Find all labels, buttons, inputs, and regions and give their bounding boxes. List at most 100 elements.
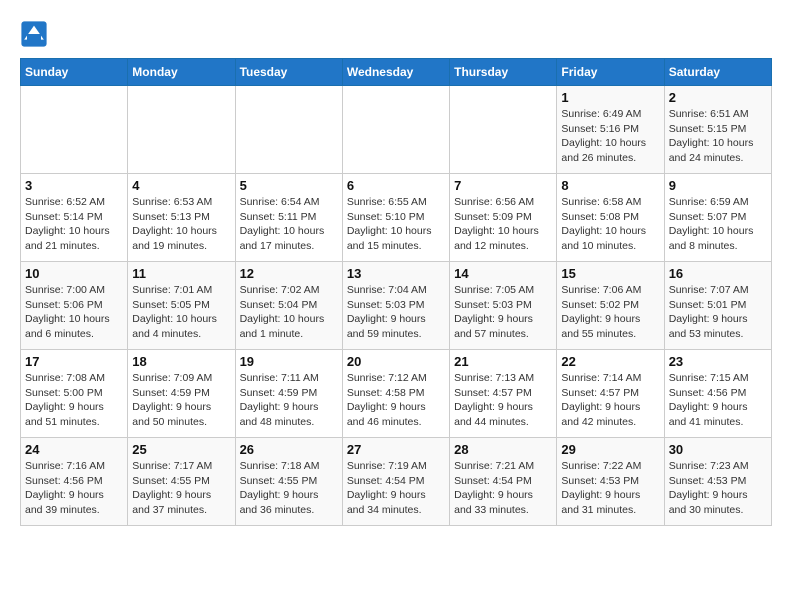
day-number: 27	[347, 442, 445, 457]
calendar-cell: 16 Sunrise: 7:07 AM Sunset: 5:01 PM Dayli…	[664, 262, 771, 350]
day-info: Sunrise: 7:08 AM Sunset: 5:00 PM Dayligh…	[25, 371, 123, 430]
day-number: 4	[132, 178, 230, 193]
day-number: 20	[347, 354, 445, 369]
day-info: Sunrise: 6:49 AM Sunset: 5:16 PM Dayligh…	[561, 107, 659, 166]
day-info: Sunrise: 6:54 AM Sunset: 5:11 PM Dayligh…	[240, 195, 338, 254]
day-number: 9	[669, 178, 767, 193]
day-number: 26	[240, 442, 338, 457]
day-number: 23	[669, 354, 767, 369]
calendar-cell: 20 Sunrise: 7:12 AM Sunset: 4:58 PM Dayli…	[342, 350, 449, 438]
day-info: Sunrise: 7:01 AM Sunset: 5:05 PM Dayligh…	[132, 283, 230, 342]
day-info: Sunrise: 6:55 AM Sunset: 5:10 PM Dayligh…	[347, 195, 445, 254]
day-info: Sunrise: 7:15 AM Sunset: 4:56 PM Dayligh…	[669, 371, 767, 430]
calendar-cell: 11 Sunrise: 7:01 AM Sunset: 5:05 PM Dayli…	[128, 262, 235, 350]
calendar-table: SundayMondayTuesdayWednesdayThursdayFrid…	[20, 58, 772, 526]
day-number: 19	[240, 354, 338, 369]
day-info: Sunrise: 7:16 AM Sunset: 4:56 PM Dayligh…	[25, 459, 123, 518]
day-number: 24	[25, 442, 123, 457]
day-info: Sunrise: 7:12 AM Sunset: 4:58 PM Dayligh…	[347, 371, 445, 430]
day-info: Sunrise: 6:52 AM Sunset: 5:14 PM Dayligh…	[25, 195, 123, 254]
day-info: Sunrise: 7:17 AM Sunset: 4:55 PM Dayligh…	[132, 459, 230, 518]
calendar-cell: 8Sunrise: 6:58 AM Sunset: 5:08 PM Daylig…	[557, 174, 664, 262]
calendar-cell: 7 Sunrise: 6:56 AM Sunset: 5:09 PM Daylig…	[450, 174, 557, 262]
calendar-cell: 22Sunrise: 7:14 AM Sunset: 4:57 PM Dayli…	[557, 350, 664, 438]
day-number: 1	[561, 90, 659, 105]
weekday-header: Saturday	[664, 59, 771, 86]
day-number: 11	[132, 266, 230, 281]
day-number: 21	[454, 354, 552, 369]
day-number: 16	[669, 266, 767, 281]
calendar-cell	[450, 86, 557, 174]
calendar-cell: 27 Sunrise: 7:19 AM Sunset: 4:54 PM Dayli…	[342, 438, 449, 526]
day-info: Sunrise: 7:18 AM Sunset: 4:55 PM Dayligh…	[240, 459, 338, 518]
day-info: Sunrise: 7:09 AM Sunset: 4:59 PM Dayligh…	[132, 371, 230, 430]
day-number: 8	[561, 178, 659, 193]
day-number: 7	[454, 178, 552, 193]
calendar-week-row: 17 Sunrise: 7:08 AM Sunset: 5:00 PM Dayli…	[21, 350, 772, 438]
day-info: Sunrise: 7:22 AM Sunset: 4:53 PM Dayligh…	[561, 459, 659, 518]
calendar-cell	[21, 86, 128, 174]
calendar-cell: 1 Sunrise: 6:49 AM Sunset: 5:16 PM Daylig…	[557, 86, 664, 174]
calendar-cell: 14 Sunrise: 7:05 AM Sunset: 5:03 PM Dayli…	[450, 262, 557, 350]
day-number: 15	[561, 266, 659, 281]
calendar-week-row: 1 Sunrise: 6:49 AM Sunset: 5:16 PM Daylig…	[21, 86, 772, 174]
day-number: 5	[240, 178, 338, 193]
day-info: Sunrise: 6:53 AM Sunset: 5:13 PM Dayligh…	[132, 195, 230, 254]
day-number: 14	[454, 266, 552, 281]
weekday-header: Wednesday	[342, 59, 449, 86]
calendar-week-row: 3 Sunrise: 6:52 AM Sunset: 5:14 PM Daylig…	[21, 174, 772, 262]
day-info: Sunrise: 7:04 AM Sunset: 5:03 PM Dayligh…	[347, 283, 445, 342]
calendar-cell: 18 Sunrise: 7:09 AM Sunset: 4:59 PM Dayli…	[128, 350, 235, 438]
day-number: 17	[25, 354, 123, 369]
day-number: 22	[561, 354, 659, 369]
day-info: Sunrise: 7:06 AM Sunset: 5:02 PM Dayligh…	[561, 283, 659, 342]
day-info: Sunrise: 7:21 AM Sunset: 4:54 PM Dayligh…	[454, 459, 552, 518]
calendar-cell	[342, 86, 449, 174]
day-info: Sunrise: 6:59 AM Sunset: 5:07 PM Dayligh…	[669, 195, 767, 254]
calendar-cell: 30Sunrise: 7:23 AM Sunset: 4:53 PM Dayli…	[664, 438, 771, 526]
day-number: 18	[132, 354, 230, 369]
day-number: 2	[669, 90, 767, 105]
calendar-cell	[128, 86, 235, 174]
calendar-cell	[235, 86, 342, 174]
calendar-cell: 24 Sunrise: 7:16 AM Sunset: 4:56 PM Dayli…	[21, 438, 128, 526]
day-number: 10	[25, 266, 123, 281]
day-info: Sunrise: 7:19 AM Sunset: 4:54 PM Dayligh…	[347, 459, 445, 518]
calendar-cell: 19 Sunrise: 7:11 AM Sunset: 4:59 PM Dayli…	[235, 350, 342, 438]
day-info: Sunrise: 7:02 AM Sunset: 5:04 PM Dayligh…	[240, 283, 338, 342]
weekday-header: Tuesday	[235, 59, 342, 86]
calendar-week-row: 10 Sunrise: 7:00 AM Sunset: 5:06 PM Dayli…	[21, 262, 772, 350]
day-info: Sunrise: 7:05 AM Sunset: 5:03 PM Dayligh…	[454, 283, 552, 342]
day-info: Sunrise: 7:00 AM Sunset: 5:06 PM Dayligh…	[25, 283, 123, 342]
day-number: 25	[132, 442, 230, 457]
logo	[20, 20, 52, 48]
calendar-cell: 13 Sunrise: 7:04 AM Sunset: 5:03 PM Dayli…	[342, 262, 449, 350]
calendar-cell: 3 Sunrise: 6:52 AM Sunset: 5:14 PM Daylig…	[21, 174, 128, 262]
calendar-cell: 12Sunrise: 7:02 AM Sunset: 5:04 PM Dayli…	[235, 262, 342, 350]
day-info: Sunrise: 7:07 AM Sunset: 5:01 PM Dayligh…	[669, 283, 767, 342]
day-info: Sunrise: 6:51 AM Sunset: 5:15 PM Dayligh…	[669, 107, 767, 166]
calendar-cell: 25 Sunrise: 7:17 AM Sunset: 4:55 PM Dayli…	[128, 438, 235, 526]
calendar-cell: 29 Sunrise: 7:22 AM Sunset: 4:53 PM Dayli…	[557, 438, 664, 526]
calendar-cell: 21 Sunrise: 7:13 AM Sunset: 4:57 PM Dayli…	[450, 350, 557, 438]
day-info: Sunrise: 7:11 AM Sunset: 4:59 PM Dayligh…	[240, 371, 338, 430]
day-number: 13	[347, 266, 445, 281]
calendar-cell: 2 Sunrise: 6:51 AM Sunset: 5:15 PM Daylig…	[664, 86, 771, 174]
day-number: 29	[561, 442, 659, 457]
calendar-cell: 15 Sunrise: 7:06 AM Sunset: 5:02 PM Dayli…	[557, 262, 664, 350]
day-info: Sunrise: 7:13 AM Sunset: 4:57 PM Dayligh…	[454, 371, 552, 430]
weekday-header: Thursday	[450, 59, 557, 86]
calendar-header-row: SundayMondayTuesdayWednesdayThursdayFrid…	[21, 59, 772, 86]
weekday-header: Friday	[557, 59, 664, 86]
day-info: Sunrise: 6:56 AM Sunset: 5:09 PM Dayligh…	[454, 195, 552, 254]
logo-icon	[20, 20, 48, 48]
day-number: 3	[25, 178, 123, 193]
weekday-header: Monday	[128, 59, 235, 86]
day-info: Sunrise: 7:23 AM Sunset: 4:53 PM Dayligh…	[669, 459, 767, 518]
calendar-cell: 10 Sunrise: 7:00 AM Sunset: 5:06 PM Dayli…	[21, 262, 128, 350]
calendar-cell: 26 Sunrise: 7:18 AM Sunset: 4:55 PM Dayli…	[235, 438, 342, 526]
calendar-cell: 5 Sunrise: 6:54 AM Sunset: 5:11 PM Daylig…	[235, 174, 342, 262]
calendar-week-row: 24 Sunrise: 7:16 AM Sunset: 4:56 PM Dayli…	[21, 438, 772, 526]
calendar-cell: 23 Sunrise: 7:15 AM Sunset: 4:56 PM Dayli…	[664, 350, 771, 438]
calendar-cell: 6Sunrise: 6:55 AM Sunset: 5:10 PM Daylig…	[342, 174, 449, 262]
